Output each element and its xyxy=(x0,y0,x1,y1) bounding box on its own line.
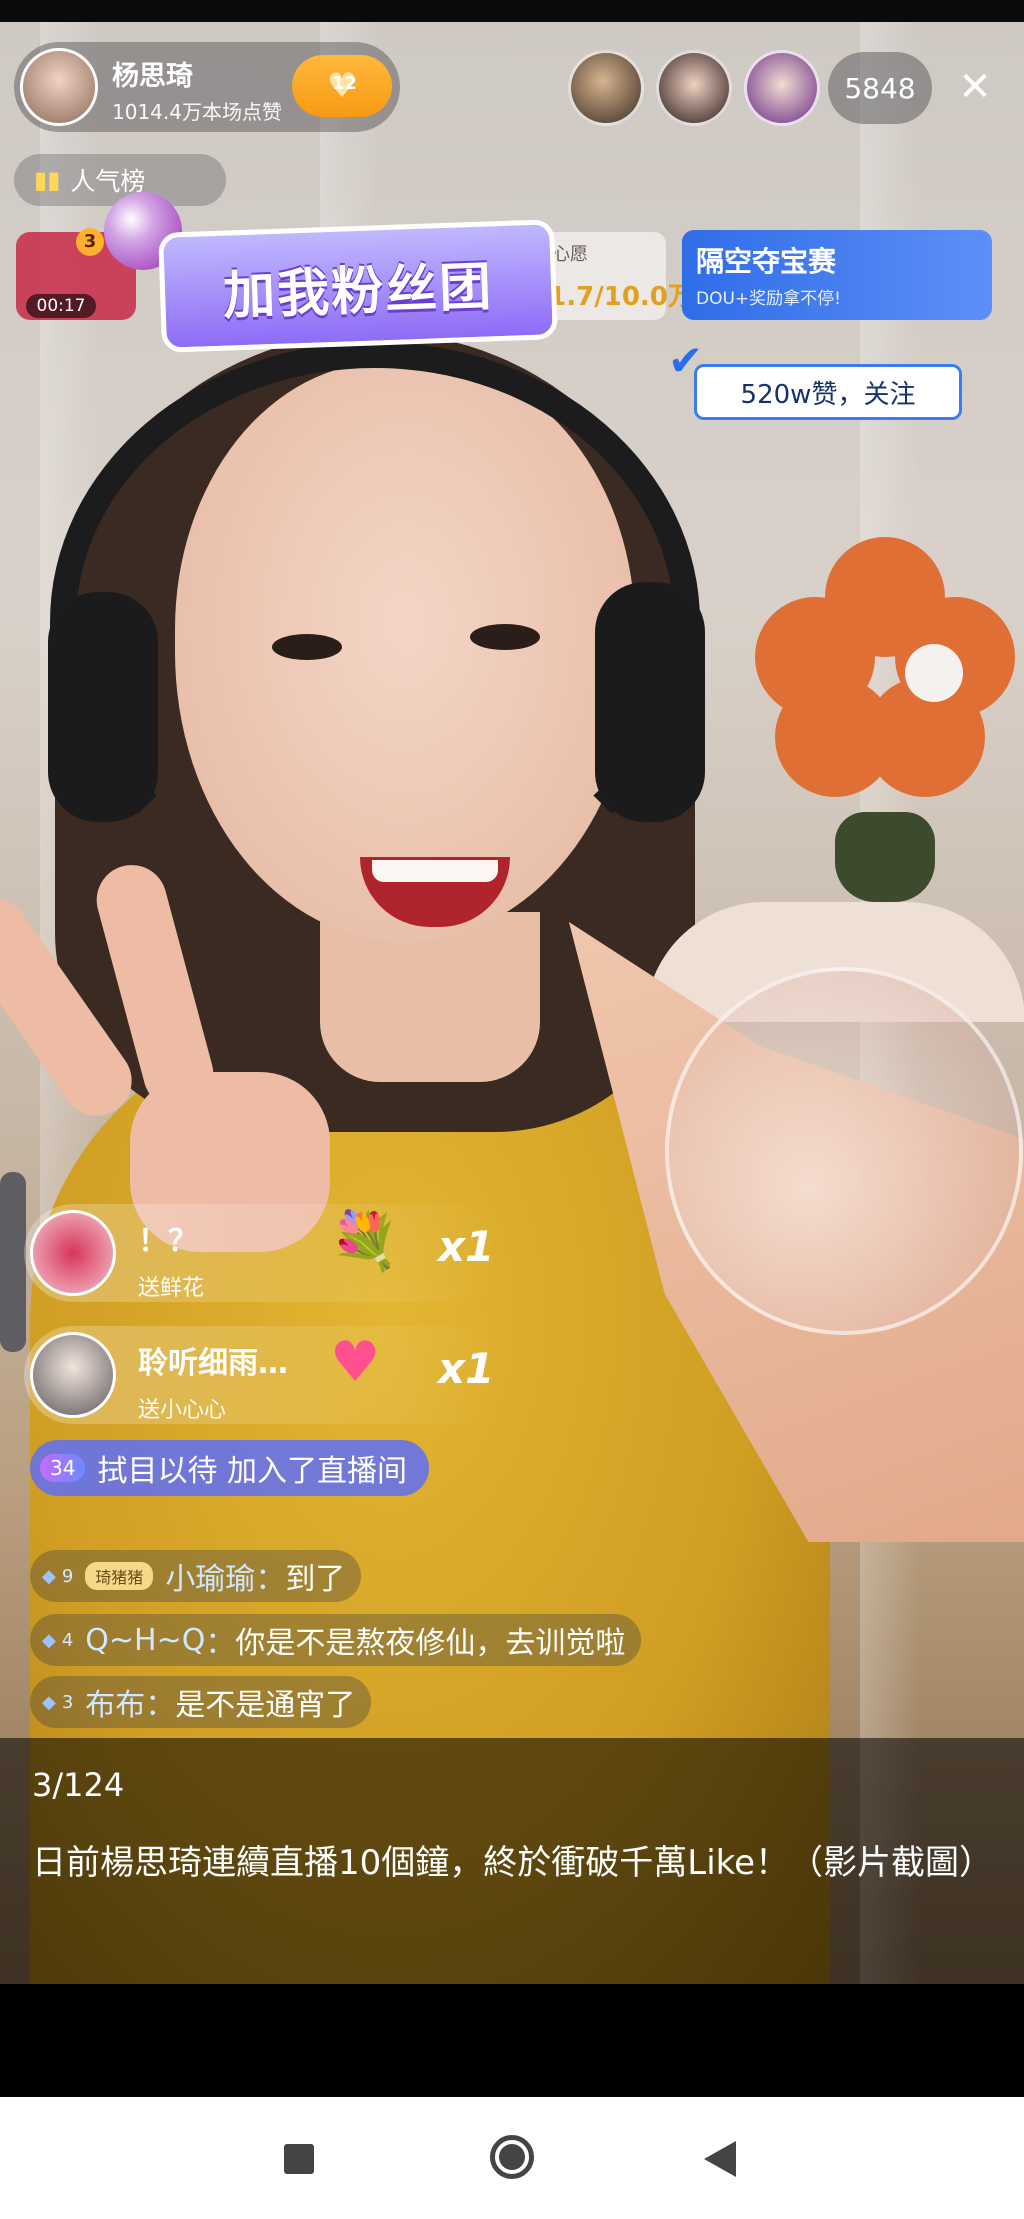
status-bar xyxy=(0,0,1024,22)
diamond-icon: ◆ xyxy=(42,1629,56,1651)
diamond-icon: ◆ xyxy=(42,1565,56,1587)
gift-badge: 3 xyxy=(76,228,104,256)
flower-center xyxy=(905,644,963,702)
gift-timer: 00:17 xyxy=(26,294,96,318)
viewer-count[interactable]: 5848 xyxy=(828,52,932,124)
join-fan-club-button[interactable]: 加我粉丝团 xyxy=(158,219,558,353)
peace-sign-hand xyxy=(0,857,350,1252)
recent-apps-icon[interactable] xyxy=(284,2144,314,2174)
image-counter: 3/124 xyxy=(32,1766,125,1804)
back-icon[interactable] xyxy=(704,2141,736,2177)
fan-club-tag: 琦猪猪 xyxy=(85,1562,154,1590)
treasure-title: 隔空夺宝赛 xyxy=(696,245,837,278)
glass-globe xyxy=(665,967,1023,1335)
gift-count: x1 xyxy=(438,1222,495,1271)
diamond-icon: ◆ xyxy=(42,1691,56,1713)
bar-chart-icon: ▮▮ xyxy=(34,166,61,194)
gift-sender-name: 聆听细雨… xyxy=(138,1346,288,1381)
join-notice: 34 拭目以待 加入了直播间 xyxy=(30,1440,429,1496)
headphone-right-cup xyxy=(595,582,705,822)
viewer-avatar[interactable] xyxy=(656,50,732,126)
image-caption: 日前楊思琦連續直播10個鐘，終於衝破千萬Like！（影片截圖） xyxy=(32,1843,994,1883)
user-level: ◆ 4 xyxy=(42,1629,74,1651)
avatar[interactable] xyxy=(30,1332,116,1418)
chat-username: 小瑜瑜 xyxy=(165,1562,256,1597)
follow-button[interactable]: ♥ 12 xyxy=(292,55,392,117)
chat-text: 到了 xyxy=(285,1562,346,1597)
headphone-left-cup xyxy=(48,592,158,822)
close-icon[interactable]: ✕ xyxy=(950,62,1000,112)
gift-action: 送鲜花 xyxy=(138,1276,205,1301)
heart-gift-icon: ♥ xyxy=(330,1330,381,1395)
fan-banner-label: 加我粉丝团 xyxy=(222,256,495,327)
join-text: 拭目以待 加入了直播间 xyxy=(97,1454,407,1489)
gift-count: x1 xyxy=(438,1344,495,1393)
user-level: ◆ 3 xyxy=(42,1691,74,1713)
gift-action: 送小心心 xyxy=(138,1398,227,1423)
chat-username: 布布 xyxy=(85,1688,146,1723)
gift-sender-name: ！？ xyxy=(138,1224,198,1259)
home-icon-dot xyxy=(499,2144,525,2170)
chat-message[interactable]: ◆ 3 布布： 是不是通宵了 xyxy=(30,1676,372,1728)
host-name: 杨思琦 xyxy=(112,61,193,92)
bouquet-gift-icon: 💐 xyxy=(330,1209,400,1274)
chat-text: 是不是通宵了 xyxy=(175,1688,356,1723)
chat-message[interactable]: ◆ 4 Q~H~Q： 你是不是熬夜修仙，去训觉啦 xyxy=(30,1614,642,1666)
viewer-avatar[interactable] xyxy=(568,50,644,126)
user-level: ◆ 9 xyxy=(42,1565,74,1587)
like-goal-tag[interactable]: 520w赞，关注 xyxy=(694,364,962,420)
chat-message[interactable]: ◆ 9 琦猪猪 小瑜瑜： 到了 xyxy=(30,1550,362,1602)
avatar[interactable] xyxy=(30,1210,116,1296)
knit-flower xyxy=(755,537,1015,797)
chat-text: 你是不是熬夜修仙，去训觉啦 xyxy=(235,1626,626,1661)
viewer-avatar[interactable] xyxy=(744,50,820,126)
host-likes: 1014.4万本场点赞 xyxy=(112,100,282,124)
host-avatar[interactable] xyxy=(20,48,98,126)
follow-badge: 12 xyxy=(332,73,358,94)
fan-level-badge: 34 xyxy=(40,1454,86,1482)
flower-pot xyxy=(835,812,935,902)
treasure-subtitle: DOU+奖励拿不停! xyxy=(696,289,841,309)
chat-username: Q~H~Q xyxy=(85,1622,206,1658)
